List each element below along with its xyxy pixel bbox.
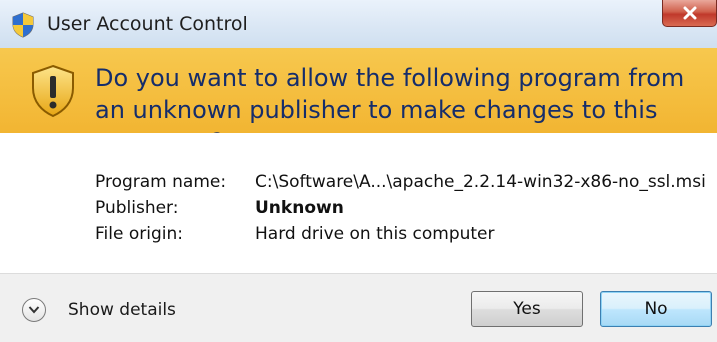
- chevron-down-circle-icon[interactable]: [22, 298, 46, 322]
- title-bar[interactable]: User Account Control: [0, 0, 717, 48]
- close-icon: [683, 6, 697, 20]
- file-origin-label: File origin:: [95, 224, 183, 244]
- uac-shield-icon: [12, 12, 34, 38]
- publisher-label: Publisher:: [95, 198, 179, 218]
- file-origin-value: Hard drive on this computer: [255, 224, 495, 244]
- publisher-value: Unknown: [255, 198, 344, 218]
- close-button[interactable]: [662, 0, 717, 27]
- program-name-value: C:\Software\A...\apache_2.2.14-win32-x86…: [255, 172, 706, 192]
- program-details: Program name: C:\Software\A...\apache_2.…: [0, 133, 717, 273]
- program-name-label: Program name:: [95, 172, 227, 192]
- window-title: User Account Control: [47, 13, 248, 35]
- show-details-label[interactable]: Show details: [68, 300, 176, 320]
- no-button[interactable]: No: [600, 291, 712, 327]
- uac-dialog: User Account Control Do you want to allo…: [0, 0, 717, 342]
- yes-button[interactable]: Yes: [471, 291, 583, 327]
- warning-shield-icon: [32, 64, 74, 118]
- warning-banner: Do you want to allow the following progr…: [0, 48, 717, 156]
- dialog-footer: Show details Yes No: [0, 273, 717, 342]
- chevron-down-icon: [28, 306, 40, 314]
